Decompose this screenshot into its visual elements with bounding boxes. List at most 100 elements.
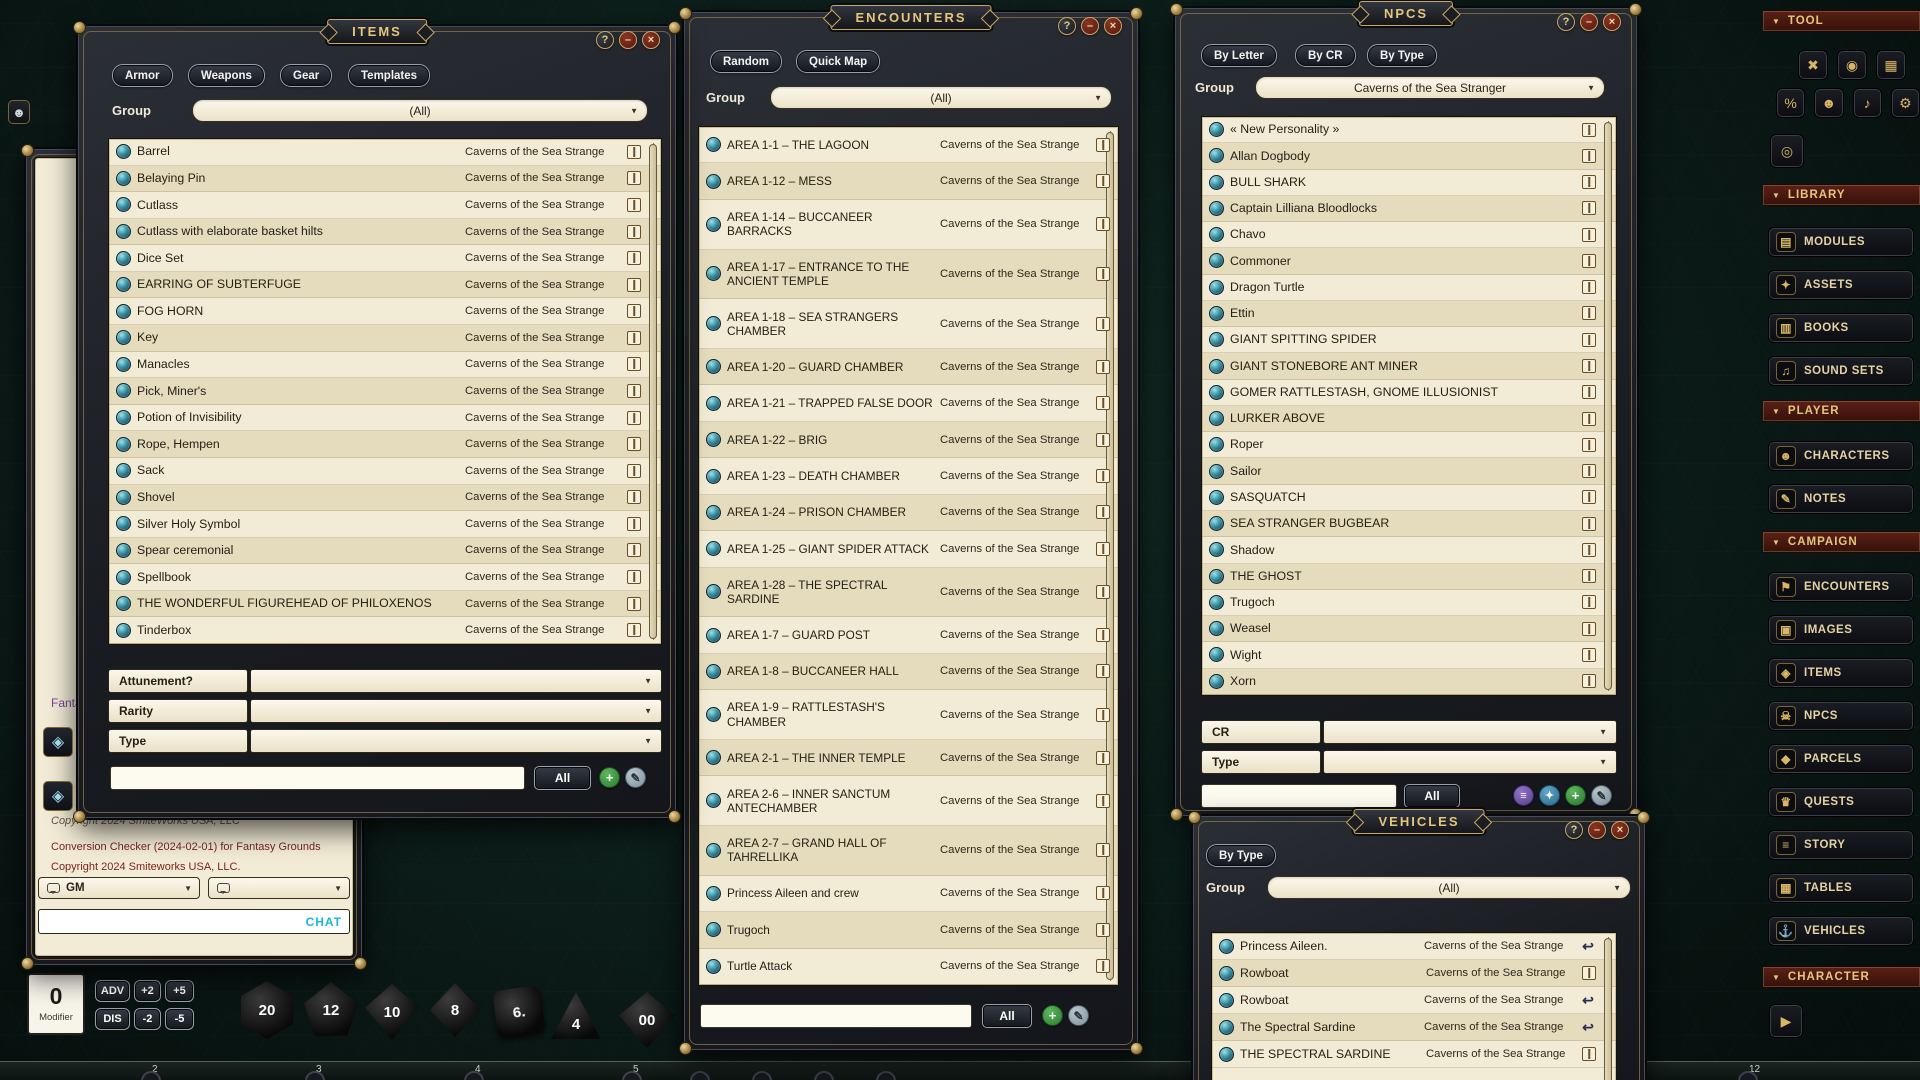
sidebar-header-tool[interactable]: ▼ TOOL: [1763, 10, 1920, 32]
link-icon[interactable]: [1209, 306, 1224, 321]
item-row[interactable]: Rope, Hempen Caverns of the Sea Strange: [109, 431, 661, 458]
minus5-button[interactable]: -5: [165, 1008, 194, 1030]
npc-row[interactable]: SEA STRANGER BUGBEAR: [1202, 511, 1616, 537]
item-row[interactable]: THE WONDERFUL FIGUREHEAD OF PHILOXENOS C…: [109, 591, 661, 618]
link-icon[interactable]: [1209, 201, 1224, 216]
hotkey-slot[interactable]: [876, 1071, 896, 1080]
item-row[interactable]: Barrel Caverns of the Sea Strange: [109, 139, 661, 166]
plus5-button[interactable]: +5: [165, 980, 194, 1002]
open-record-icon[interactable]: [1582, 543, 1596, 557]
link-icon[interactable]: [706, 541, 721, 556]
open-record-icon[interactable]: [1096, 469, 1110, 483]
chat-mode-select[interactable]: [208, 877, 350, 899]
modifier-box[interactable]: 0 Modifier: [27, 973, 85, 1035]
add-button[interactable]: +: [1042, 1005, 1063, 1026]
record-action-icon[interactable]: [1580, 992, 1596, 1008]
all-filter-button[interactable]: All: [982, 1004, 1032, 1028]
scrollbar[interactable]: [1604, 937, 1613, 1080]
party-sheet-icon[interactable]: ☻: [1814, 88, 1843, 118]
link-icon[interactable]: [1209, 227, 1224, 242]
encounter-row[interactable]: AREA 1-8 – BUCCANEER HALL Caverns of the…: [699, 654, 1118, 690]
open-record-icon[interactable]: [1096, 923, 1110, 937]
open-record-icon[interactable]: [1096, 585, 1110, 599]
link-icon[interactable]: [116, 463, 131, 478]
minus2-button[interactable]: -2: [134, 1008, 161, 1030]
npc-row[interactable]: Roper: [1202, 432, 1616, 458]
link-icon[interactable]: [116, 304, 131, 319]
open-record-icon[interactable]: [1582, 648, 1596, 662]
link-icon[interactable]: [1209, 464, 1224, 479]
vehicle-row[interactable]: Princess Aileen. Caverns of the Sea Stra…: [1212, 933, 1616, 960]
open-record-icon[interactable]: [627, 331, 641, 345]
sidebar-header-library[interactable]: ▼ LIBRARY: [1763, 184, 1920, 206]
vehicle-row[interactable]: The Spectral Sardine Caverns of the Sea …: [1212, 1014, 1616, 1041]
window-title[interactable]: NPCS: [1359, 1, 1453, 26]
encounter-row[interactable]: AREA 1-18 – SEA STRANGERS CHAMBER Cavern…: [699, 299, 1118, 349]
link-icon[interactable]: [1209, 595, 1224, 610]
sidebar-header-campaign[interactable]: ▼ CAMPAIGN: [1763, 531, 1920, 553]
adv-button[interactable]: ADV: [95, 980, 130, 1002]
sidebar-item-modules[interactable]: ▤ MODULES: [1768, 227, 1914, 257]
open-record-icon[interactable]: [1582, 385, 1596, 399]
link-icon[interactable]: [1219, 1047, 1234, 1062]
link-icon[interactable]: [1209, 542, 1224, 557]
open-record-icon[interactable]: [627, 384, 641, 398]
sidebar-item-encounters[interactable]: ⚑ ENCOUNTERS: [1768, 572, 1914, 602]
npc-row[interactable]: BULL SHARK: [1202, 170, 1616, 196]
npc-row[interactable]: Trugoch: [1202, 590, 1616, 616]
open-record-icon[interactable]: [1096, 396, 1110, 410]
link-icon[interactable]: [116, 197, 131, 212]
die-d6[interactable]: 6.: [492, 985, 546, 1039]
encounter-row[interactable]: AREA 1-9 – RATTLESTASH'S CHAMBER Caverns…: [699, 690, 1118, 740]
crossed-tools-icon[interactable]: ✖: [1798, 50, 1828, 80]
open-record-icon[interactable]: [627, 357, 641, 371]
item-row[interactable]: Silver Holy Symbol Caverns of the Sea St…: [109, 511, 661, 538]
encounter-row[interactable]: AREA 2-7 – GRAND HALL OF TAHRELLIKA Cave…: [699, 826, 1118, 876]
link-icon[interactable]: [706, 843, 721, 858]
item-row[interactable]: Spellbook Caverns of the Sea Strange: [109, 564, 661, 591]
open-record-icon[interactable]: [1582, 438, 1596, 452]
close-button[interactable]: ×: [1611, 821, 1629, 839]
encounter-row[interactable]: Turtle Attack Caverns of the Sea Strange: [699, 949, 1118, 985]
link-icon[interactable]: [1209, 621, 1224, 636]
group-select[interactable]: (All): [192, 99, 648, 122]
random-button[interactable]: Random: [710, 50, 782, 73]
minimize-button[interactable]: –: [1081, 17, 1099, 35]
link-icon[interactable]: [116, 171, 131, 186]
npc-row[interactable]: Shadow: [1202, 537, 1616, 563]
hotkey-slot[interactable]: [690, 1071, 710, 1080]
pouch-icon[interactable]: ◉: [1837, 50, 1867, 80]
sidebar-item-characters[interactable]: ☻ CHARACTERS: [1768, 441, 1914, 471]
encounter-row[interactable]: AREA 1-12 – MESS Caverns of the Sea Stra…: [699, 163, 1118, 199]
help-button[interactable]: ?: [1058, 17, 1076, 35]
encounter-row[interactable]: AREA 1-20 – GUARD CHAMBER Caverns of the…: [699, 349, 1118, 385]
npc-row[interactable]: Allan Dogbody: [1202, 143, 1616, 169]
sidebar-item-items[interactable]: ◈ ITEMS: [1768, 658, 1914, 688]
link-icon[interactable]: [706, 396, 721, 411]
link-icon[interactable]: [706, 584, 721, 599]
open-record-icon[interactable]: [1582, 622, 1596, 636]
npc-row[interactable]: Weasel: [1202, 616, 1616, 642]
item-row[interactable]: Dice Set Caverns of the Sea Strange: [109, 245, 661, 272]
link-icon[interactable]: [706, 174, 721, 189]
encounter-row[interactable]: AREA 1-22 – BRIG Caverns of the Sea Stra…: [699, 422, 1118, 458]
link-icon[interactable]: [116, 251, 131, 266]
link-icon[interactable]: [706, 217, 721, 232]
link-icon[interactable]: [116, 330, 131, 345]
open-record-icon[interactable]: [1096, 360, 1110, 374]
npc-type-select[interactable]: [1323, 750, 1617, 774]
sidebar-item-sound-sets[interactable]: ♫ SOUND SETS: [1768, 356, 1914, 386]
hotkey-slot[interactable]: [622, 1071, 642, 1080]
edit-pencil-button[interactable]: ✎: [1591, 785, 1612, 806]
minimize-button[interactable]: –: [619, 31, 637, 49]
encounter-row[interactable]: AREA 2-1 – THE INNER TEMPLE Caverns of t…: [699, 740, 1118, 776]
link-icon[interactable]: [1219, 939, 1234, 954]
npc-row[interactable]: LURKER ABOVE: [1202, 406, 1616, 432]
encounter-row[interactable]: AREA 1-25 – GIANT SPIDER ATTACK Caverns …: [699, 531, 1118, 567]
open-record-icon[interactable]: [1582, 674, 1596, 688]
item-row[interactable]: Key Caverns of the Sea Strange: [109, 325, 661, 352]
scrollbar[interactable]: [1604, 121, 1613, 691]
sidebar-item-tables[interactable]: ▦ TABLES: [1768, 873, 1914, 903]
attunement-select[interactable]: [250, 669, 662, 693]
item-row[interactable]: Shovel Caverns of the Sea Strange: [109, 485, 661, 512]
